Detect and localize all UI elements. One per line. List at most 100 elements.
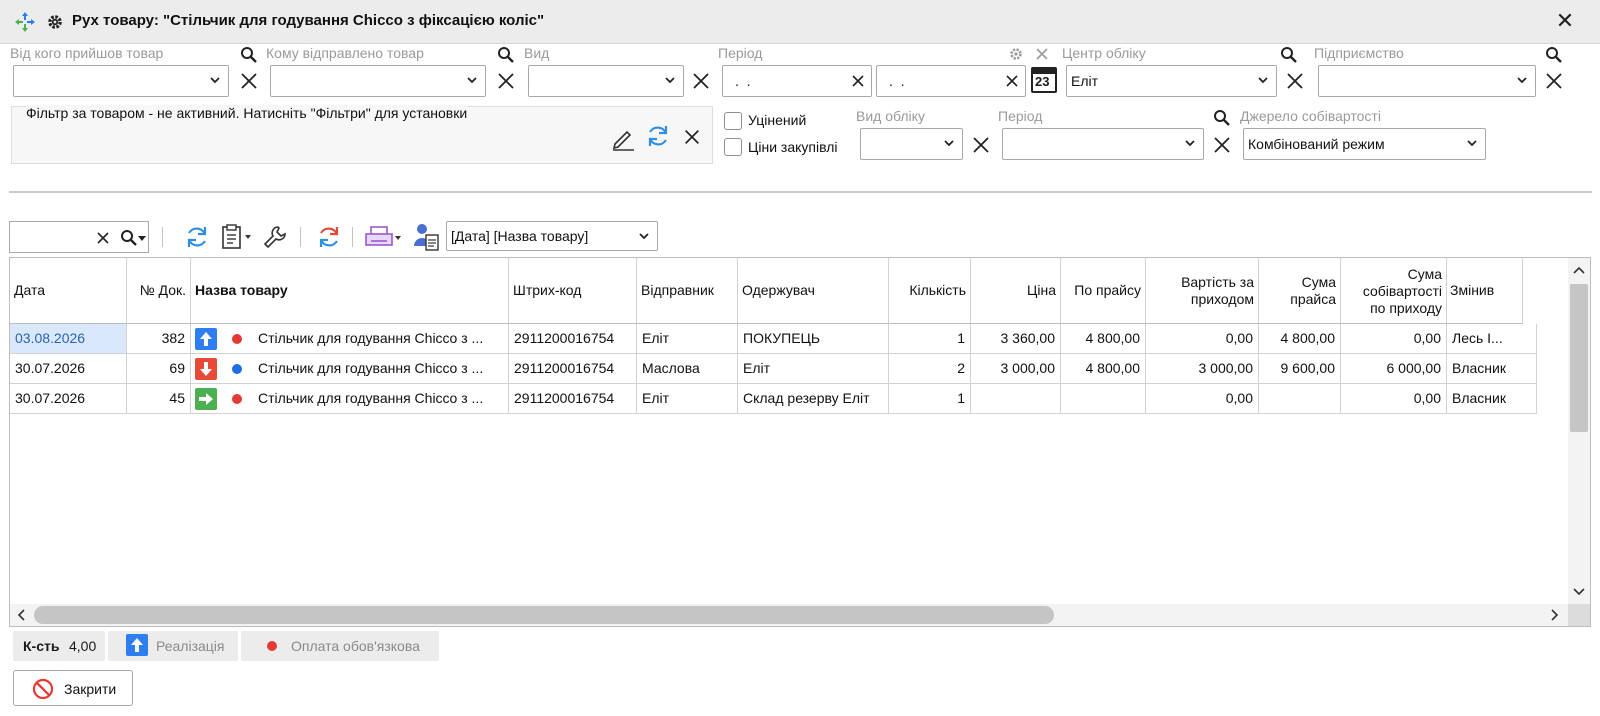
cell-name[interactable]: Стільчик для годування Chicco з ... xyxy=(191,354,509,384)
clear-icon[interactable] xyxy=(1543,70,1565,92)
cell-changed[interactable]: Лесь І... xyxy=(1447,324,1537,354)
clear-icon[interactable] xyxy=(495,70,517,92)
chevron-right-icon[interactable] xyxy=(1551,609,1559,621)
search-icon[interactable] xyxy=(497,46,515,64)
cell-name[interactable]: Стільчик для годування Chicco з ... xyxy=(191,324,509,354)
vertical-scrollbar-thumb[interactable] xyxy=(1570,284,1588,432)
cell-sum-cost[interactable]: 6 000,00 xyxy=(1341,354,1447,384)
column-header-changed[interactable]: Змінив xyxy=(1447,258,1523,324)
clear-icon[interactable] xyxy=(970,134,992,156)
refresh-icon[interactable] xyxy=(184,224,210,250)
cell-changed[interactable]: Власник xyxy=(1447,384,1537,414)
column-header-doc[interactable]: № Док. xyxy=(127,258,191,324)
chevron-up-icon[interactable] xyxy=(1573,266,1585,274)
column-header-receiver[interactable]: Одержувач xyxy=(738,258,889,324)
cell-barcode[interactable]: 2911200016754 xyxy=(509,354,637,384)
cell-barcode[interactable]: 2911200016754 xyxy=(509,384,637,414)
center-select[interactable]: Еліт xyxy=(1066,65,1277,97)
cell-sender[interactable]: Еліт xyxy=(637,384,738,414)
cell-receiver[interactable]: Еліт xyxy=(738,354,889,384)
caret-down-icon[interactable] xyxy=(138,236,146,242)
cell-list-price[interactable] xyxy=(1061,384,1146,414)
cell-receiver[interactable]: Склад резерву Еліт xyxy=(738,384,889,414)
cell-doc[interactable]: 45 xyxy=(127,384,191,414)
cell-barcode[interactable]: 2911200016754 xyxy=(509,324,637,354)
user-document-icon[interactable] xyxy=(412,222,440,252)
column-header-name[interactable]: Назва товару xyxy=(191,258,509,324)
reload-icon[interactable] xyxy=(316,224,342,250)
edit-pencil-icon[interactable] xyxy=(610,125,636,151)
search-icon[interactable] xyxy=(1280,46,1298,64)
cell-price[interactable]: 3 360,00 xyxy=(971,324,1061,354)
cell-list-price[interactable]: 4 800,00 xyxy=(1061,354,1146,384)
cell-sum-price[interactable]: 9 600,00 xyxy=(1259,354,1341,384)
column-header-price[interactable]: Ціна xyxy=(971,258,1061,324)
clear-icon[interactable] xyxy=(1211,134,1233,156)
sort-order-select[interactable]: [Дата] [Назва товару] xyxy=(446,221,658,251)
cell-date[interactable]: 30.07.2026 xyxy=(10,384,127,414)
clear-icon[interactable] xyxy=(1005,74,1019,88)
to-select[interactable] xyxy=(270,65,486,97)
chevron-down-icon[interactable] xyxy=(1573,588,1585,596)
cell-receiver[interactable]: ПОКУПЕЦЬ xyxy=(738,324,889,354)
horizontal-scrollbar[interactable] xyxy=(10,604,1570,626)
accounting-kind-select[interactable] xyxy=(860,128,963,160)
cell-sum-price[interactable]: 4 800,00 xyxy=(1259,324,1341,354)
clear-icon[interactable] xyxy=(690,70,712,92)
column-header-sum-cost[interactable]: Сума собівартості по приходу xyxy=(1341,258,1447,324)
cell-date[interactable]: 30.07.2026 xyxy=(10,354,127,384)
column-header-list-price[interactable]: По прайсу xyxy=(1061,258,1146,324)
horizontal-scrollbar-thumb[interactable] xyxy=(34,606,1054,624)
cell-cost-in[interactable]: 3 000,00 xyxy=(1146,354,1259,384)
printer-icon[interactable] xyxy=(364,224,404,250)
search-icon[interactable] xyxy=(1213,109,1231,127)
clear-icon[interactable] xyxy=(1036,48,1048,60)
search-icon[interactable] xyxy=(240,46,258,64)
close-button[interactable]: Закрити xyxy=(13,670,133,706)
cell-sum-cost[interactable]: 0,00 xyxy=(1341,384,1447,414)
from-select[interactable] xyxy=(13,65,229,97)
clipboard-icon[interactable] xyxy=(220,223,254,251)
cell-name[interactable]: Стільчик для годування Chicco з ... xyxy=(191,384,509,414)
period2-select[interactable] xyxy=(1002,128,1204,160)
column-header-cost-in[interactable]: Вартість за приходом xyxy=(1146,258,1259,324)
wrench-icon[interactable] xyxy=(262,224,288,250)
cell-qty[interactable]: 1 xyxy=(889,384,971,414)
cell-doc[interactable]: 69 xyxy=(127,354,191,384)
clear-icon[interactable] xyxy=(96,231,110,245)
cell-sum-price[interactable] xyxy=(1259,384,1341,414)
cell-changed[interactable]: Власник xyxy=(1447,354,1537,384)
cell-price[interactable] xyxy=(971,384,1061,414)
purchase-prices-checkbox[interactable] xyxy=(724,138,742,156)
cost-source-select[interactable]: Комбінований режим xyxy=(1243,128,1486,160)
gear-icon[interactable] xyxy=(46,13,64,31)
column-header-sum-price[interactable]: Сума прайса xyxy=(1259,258,1341,324)
search-icon[interactable] xyxy=(1545,46,1563,64)
refresh-icon[interactable] xyxy=(645,123,671,149)
clear-icon[interactable] xyxy=(851,74,865,88)
cell-price[interactable]: 3 000,00 xyxy=(971,354,1061,384)
cell-list-price[interactable]: 4 800,00 xyxy=(1061,324,1146,354)
cell-cost-in[interactable]: 0,00 xyxy=(1146,324,1259,354)
vertical-scrollbar[interactable] xyxy=(1568,258,1590,606)
enterprise-select[interactable] xyxy=(1318,65,1536,97)
column-header-barcode[interactable]: Штрих-код xyxy=(509,258,637,324)
column-header-date[interactable]: Дата xyxy=(10,258,127,324)
column-header-qty[interactable]: Кількість xyxy=(889,258,971,324)
cell-date[interactable]: 03.08.2026 xyxy=(10,324,127,354)
period-from-input[interactable]: . . xyxy=(722,65,872,97)
chevron-left-icon[interactable] xyxy=(17,609,25,621)
kind-select[interactable] xyxy=(528,65,684,97)
refined-checkbox[interactable] xyxy=(724,112,742,130)
calendar-icon[interactable]: 23 xyxy=(1031,67,1057,93)
cell-sender[interactable]: Еліт xyxy=(637,324,738,354)
clear-icon[interactable] xyxy=(682,127,702,147)
cell-doc[interactable]: 382 xyxy=(127,324,191,354)
period-to-input[interactable]: . . xyxy=(876,65,1026,97)
clear-icon[interactable] xyxy=(238,70,260,92)
search-icon[interactable] xyxy=(120,229,138,247)
movement-grid[interactable]: Дата № Док. Назва товару Штрих-код Відпр… xyxy=(9,257,1591,627)
cell-cost-in[interactable]: 0,00 xyxy=(1146,384,1259,414)
gear-icon[interactable] xyxy=(1008,46,1024,62)
clear-icon[interactable] xyxy=(1284,70,1306,92)
